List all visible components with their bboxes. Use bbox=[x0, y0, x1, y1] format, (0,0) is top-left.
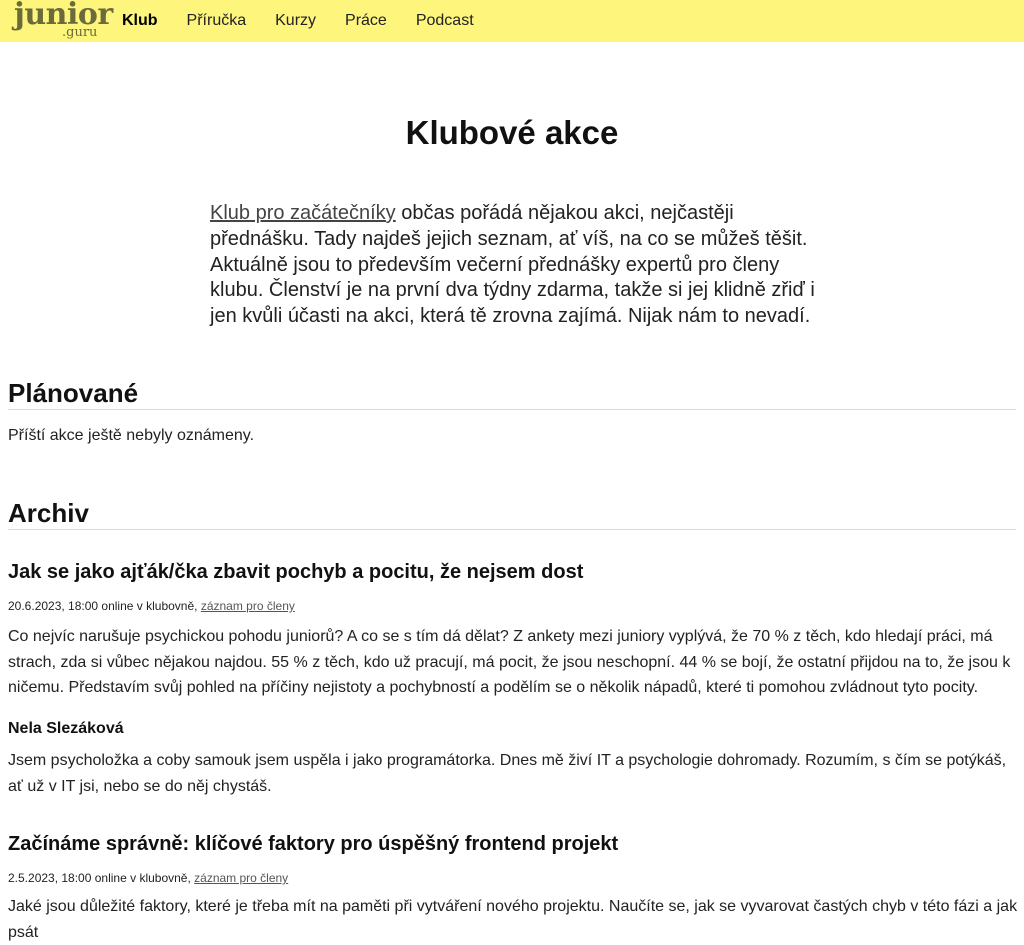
event-description: Co nejvíc narušuje psychickou pohodu jun… bbox=[8, 628, 1011, 697]
event-title: Jak se jako ajťák/čka zbavit pochyb a po… bbox=[8, 561, 584, 583]
nav-item-prirucka[interactable]: Příručka bbox=[187, 12, 247, 30]
speaker-name: Nela Slezáková bbox=[8, 720, 124, 737]
top-navbar: junior .guru Klub Příručka Kurzy Práce P… bbox=[0, 0, 1024, 42]
speaker-bio: Jsem psycholožka a coby samouk jsem uspě… bbox=[8, 752, 1007, 795]
nav-item-prace[interactable]: Práce bbox=[345, 12, 387, 30]
club-link[interactable]: Klub pro začátečníky bbox=[210, 202, 396, 224]
event-date-place: 2.5.2023, 18:00 online v klubovně, bbox=[8, 871, 195, 885]
page-title: Klubové akce bbox=[405, 114, 619, 151]
event-description: Jaké jsou důležité faktory, které je tře… bbox=[8, 898, 1018, 941]
planned-heading: Plánované bbox=[8, 380, 1016, 410]
recording-link[interactable]: záznam pro členy bbox=[201, 599, 295, 613]
event-meta: 20.6.2023, 18:00 online v klubovně, zázn… bbox=[8, 599, 295, 613]
planned-empty-text: Příští akce ještě nebyly oznámeny. bbox=[8, 427, 255, 444]
nav-item-kurzy[interactable]: Kurzy bbox=[275, 12, 316, 30]
logo-sub-text: .guru bbox=[62, 25, 98, 40]
nav-item-podcast[interactable]: Podcast bbox=[416, 12, 474, 30]
event-meta: 2.5.2023, 18:00 online v klubovně, zázna… bbox=[8, 871, 288, 885]
junior-guru-logo[interactable]: junior .guru bbox=[14, 0, 113, 40]
nav-item-klub[interactable]: Klub bbox=[122, 12, 158, 30]
event-title: Začínáme správně: klíčové faktory pro ús… bbox=[8, 833, 619, 855]
intro-paragraph: Klub pro začátečníky občas pořádá nějako… bbox=[210, 201, 820, 330]
recording-link[interactable]: záznam pro členy bbox=[194, 871, 288, 885]
event-date-place: 20.6.2023, 18:00 online v klubovně, bbox=[8, 599, 201, 613]
archive-heading: Archiv bbox=[8, 500, 1016, 530]
